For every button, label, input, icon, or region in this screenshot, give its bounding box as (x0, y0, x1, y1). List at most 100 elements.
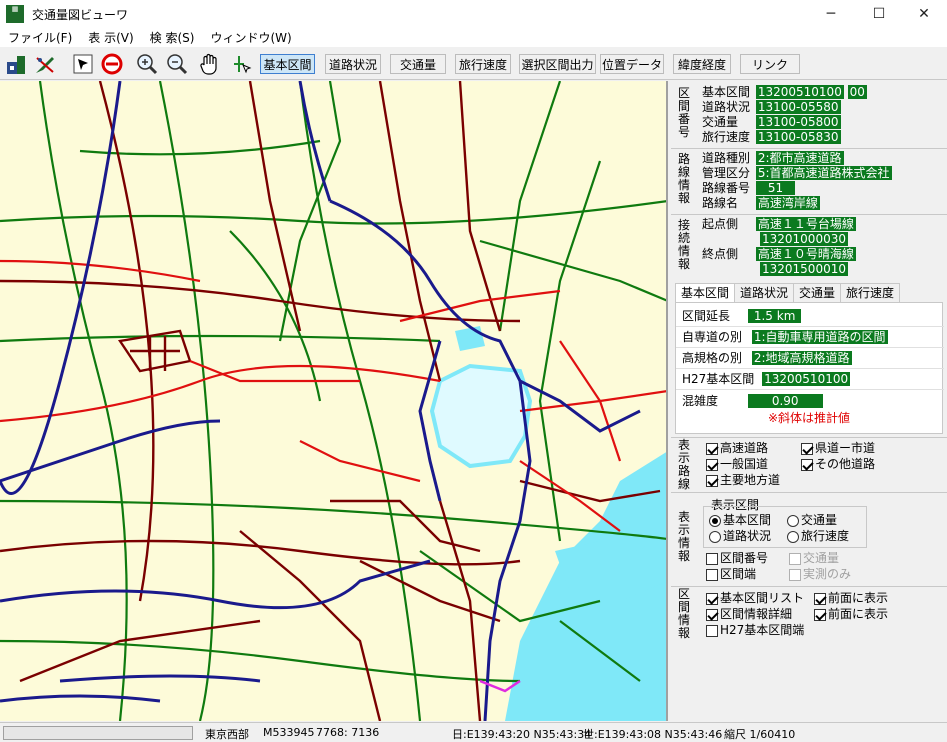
radio-icon[interactable] (709, 514, 721, 527)
checkbox-icon[interactable] (706, 474, 718, 487)
radio-icon[interactable] (709, 530, 721, 543)
cb-section-number[interactable]: 区間番号 (706, 551, 770, 569)
label-route-name: 路線名 (702, 196, 739, 210)
cb-section-detail[interactable]: 区間情報詳細 (706, 607, 794, 625)
value-h27-section: 13200510100 (762, 372, 851, 386)
row-road-type: 道路種別 2:都市高速道路 (702, 151, 844, 166)
maximize-button[interactable]: ☐ (856, 0, 902, 28)
checkbox-icon[interactable] (814, 608, 826, 621)
cb-basic-section-list[interactable]: 基本区間リスト (706, 591, 806, 609)
btn-export-selected[interactable]: 選択区間出力 (519, 54, 596, 74)
btn-lat-long[interactable]: 緯度経度 (673, 54, 731, 74)
btn-traffic-volume[interactable]: 交通量 (390, 54, 446, 74)
cb-detail-front[interactable]: 前面に表示 (814, 607, 890, 625)
value-basic-section: 13200510100 (755, 85, 844, 99)
row-congestion: 混雑度 0.90 (676, 391, 944, 412)
checkbox-icon[interactable] (706, 458, 718, 471)
row-route-number: 路線番号 51 (702, 181, 796, 196)
cb-section-detail-label: 区間情報詳細 (720, 607, 793, 621)
divider (671, 437, 947, 438)
label-route-number: 路線番号 (702, 181, 751, 195)
label-basic-section: 基本区間 (702, 85, 751, 99)
zoom-out-icon[interactable] (164, 51, 190, 77)
label-end-side: 終点側 (702, 247, 739, 261)
hand-icon[interactable] (197, 51, 223, 77)
close-button[interactable]: ✕ (901, 0, 947, 28)
pond-water (455, 326, 485, 351)
label-travel-speed: 旅行速度 (702, 130, 751, 144)
cb-other-roads[interactable]: その他道路 (801, 457, 877, 475)
cb-expressway-label: 高速道路 (720, 441, 769, 455)
cb-h27-end[interactable]: H27基本区間端 (706, 623, 806, 641)
section-info-label: 区間情報 (677, 587, 690, 640)
row-h27-section: H27基本区間 13200510100 (676, 369, 944, 390)
title-bar: ▦ 交通量図ビューワ ─ ☐ ✕ (0, 0, 947, 28)
checkbox-icon[interactable] (706, 568, 718, 581)
cb-main-local[interactable]: 主要地方道 (706, 473, 782, 491)
cb-national[interactable]: 一般国道 (706, 457, 770, 475)
select-icon[interactable] (229, 51, 255, 77)
menu-window[interactable]: ウィンドウ(W) (202, 29, 299, 46)
cb-section-end[interactable]: 区間端 (706, 567, 758, 585)
cb-traffic-volume-label: 交通量 (803, 551, 840, 565)
road-map[interactable] (0, 81, 668, 721)
edit-icon[interactable] (32, 51, 58, 77)
display-roads-label: 表示路線 (677, 438, 690, 491)
zoom-in-icon[interactable] (134, 51, 160, 77)
map-icon[interactable] (4, 51, 30, 77)
cb-list-front[interactable]: 前面に表示 (814, 591, 890, 609)
palace-moat (429, 363, 533, 469)
tab-travel-speed[interactable]: 旅行速度 (840, 283, 901, 303)
cb-main-local-label: 主要地方道 (720, 473, 781, 487)
checkbox-icon[interactable] (706, 608, 718, 621)
minimize-button[interactable]: ─ (808, 0, 854, 28)
checkbox-icon[interactable] (706, 552, 718, 565)
value-end-route: 高速１０号晴海線 (755, 247, 856, 261)
radio-traffic-volume[interactable]: 交通量 (787, 513, 839, 531)
label-start-side: 起点側 (702, 217, 739, 231)
menu-file[interactable]: ファイル(F) (0, 29, 80, 46)
row-road-status: 道路状況 13100-05580 (702, 100, 841, 115)
value-section-length: 1.5 km (747, 309, 802, 323)
checkbox-icon[interactable] (801, 442, 813, 455)
btn-link[interactable]: リンク (740, 54, 800, 74)
stop-icon[interactable] (99, 51, 125, 77)
national-roads (0, 259, 666, 532)
radio-travel-speed-label: 旅行速度 (801, 529, 850, 543)
radio-road-status[interactable]: 道路状況 (709, 529, 773, 547)
pointer-icon[interactable] (70, 51, 96, 77)
checkbox-icon[interactable] (801, 458, 813, 471)
label-traffic-volume: 交通量 (702, 115, 739, 129)
value-congestion: 0.90 (747, 394, 823, 408)
checkbox-icon (789, 552, 801, 565)
tab-basic-section[interactable]: 基本区間 (675, 283, 736, 303)
checkbox-icon[interactable] (706, 592, 718, 605)
label-high-standard: 高規格の別 (682, 351, 743, 365)
radio-travel-speed[interactable]: 旅行速度 (787, 529, 851, 547)
radio-basic-section[interactable]: 基本区間 (709, 513, 773, 531)
cb-prefectural[interactable]: 県道ー市道 (801, 441, 877, 459)
cb-measured-only: 実測のみ (789, 567, 853, 585)
row-start-id: 13201000030 (760, 232, 848, 247)
label-road-status: 道路状況 (702, 100, 751, 114)
tab-road-status[interactable]: 道路状況 (734, 283, 795, 303)
value-road-type: 2:都市高速道路 (755, 151, 844, 165)
btn-basic-section[interactable]: 基本区間 (260, 54, 315, 74)
checkbox-icon[interactable] (706, 624, 718, 637)
checkbox-icon[interactable] (706, 442, 718, 455)
label-section-length: 区間延長 (682, 309, 731, 323)
row-high-standard: 高規格の別 2:地域高規格道路 (676, 348, 944, 369)
radio-icon[interactable] (787, 514, 799, 527)
menu-search[interactable]: 検 索(S) (142, 29, 203, 46)
tab-traffic-volume[interactable]: 交通量 (793, 283, 842, 303)
btn-travel-speed[interactable]: 旅行速度 (455, 54, 511, 74)
info-panel: 区間番号 基本区間 13200510100 00 道路状況 13100-0558… (671, 81, 947, 721)
checkbox-icon[interactable] (814, 592, 826, 605)
menu-view[interactable]: 表 示(V) (80, 29, 141, 46)
btn-position-data[interactable]: 位置データ (600, 54, 664, 74)
cb-expressway[interactable]: 高速道路 (706, 441, 770, 459)
row-motorway: 自専道の別 1:自動車専用道路の区間 (676, 327, 944, 348)
detail-tabs: 基本区間 道路状況 交通量 旅行速度 (675, 283, 943, 303)
radio-icon[interactable] (787, 530, 799, 543)
btn-road-status[interactable]: 道路状況 (325, 54, 381, 74)
